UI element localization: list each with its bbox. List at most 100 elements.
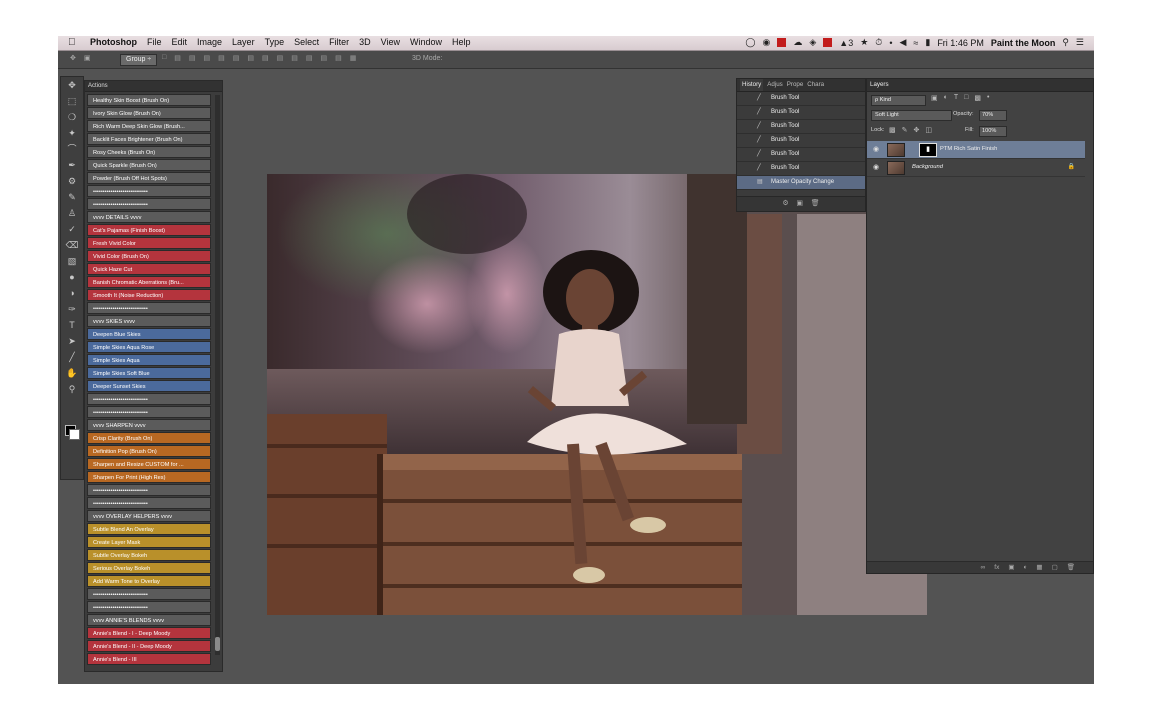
- layers-panel-tab[interactable]: Layers: [867, 79, 1093, 92]
- action-item[interactable]: Sharpen For Print (High Res): [87, 471, 211, 483]
- pen-tool-icon[interactable]: ✑: [61, 301, 83, 317]
- menu-image[interactable]: Image: [197, 37, 222, 47]
- battery-icon[interactable]: ▮: [925, 37, 930, 48]
- action-item[interactable]: Subtle Blend An Overlay: [87, 523, 211, 535]
- filter-toggle-icon[interactable]: •: [987, 94, 989, 102]
- action-item[interactable]: ••••••••••••••••••••••••••••: [87, 588, 211, 600]
- menu-select[interactable]: Select: [294, 37, 319, 47]
- move-tool-icon[interactable]: ✥: [61, 77, 83, 93]
- healing-tool-icon[interactable]: ⚙: [61, 173, 83, 189]
- action-item[interactable]: Simple Skies Soft Blue: [87, 367, 211, 379]
- visibility-eye-icon[interactable]: ◉: [873, 159, 879, 176]
- action-item[interactable]: Quick Sparkle (Brush On): [87, 159, 211, 171]
- menu-edit[interactable]: Edit: [172, 37, 188, 47]
- blend-mode-dropdown[interactable]: Soft Light: [871, 110, 952, 121]
- lock-icon[interactable]: ◯: [745, 37, 755, 48]
- lock-all-icon[interactable]: ◫: [925, 126, 932, 134]
- hand-tool-icon[interactable]: ✋: [61, 365, 83, 381]
- visibility-eye-icon[interactable]: ◉: [873, 141, 879, 158]
- tab-adjustments[interactable]: Adjus: [767, 79, 782, 91]
- action-item[interactable]: ••••••••••••••••••••••••••••: [87, 497, 211, 509]
- action-item[interactable]: ••••••••••••••••••••••••••••: [87, 601, 211, 613]
- timer-icon[interactable]: ⏱: [875, 37, 882, 48]
- action-item[interactable]: ••••••••••••••••••••••••••••: [87, 185, 211, 197]
- action-item[interactable]: Subtle Overlay Bokeh: [87, 549, 211, 561]
- document-canvas[interactable]: [267, 174, 927, 615]
- layer-name[interactable]: PTM Rich Satin Finish: [940, 141, 997, 158]
- layer-mask-thumbnail[interactable]: ▮: [919, 143, 937, 157]
- tab-character[interactable]: Chara: [807, 79, 824, 91]
- history-state[interactable]: ╱ Brush Tool: [737, 120, 865, 134]
- history-state[interactable]: ╱ Brush Tool: [737, 162, 865, 176]
- action-item[interactable]: ••••••••••••••••••••••••••••: [87, 393, 211, 405]
- new-group-icon[interactable]: ▦: [1036, 562, 1042, 573]
- lock-image-icon[interactable]: ✎: [902, 126, 908, 134]
- filter-smart-icon[interactable]: ▩: [974, 94, 981, 102]
- action-item[interactable]: Quick Haze Cut: [87, 263, 211, 275]
- volume-icon[interactable]: ◀: [899, 37, 906, 48]
- action-item[interactable]: Banish Chromatic Aberrations (Bru...: [87, 276, 211, 288]
- menu-layer[interactable]: Layer: [232, 37, 255, 47]
- wifi-icon[interactable]: ≈: [913, 38, 918, 48]
- action-item[interactable]: Backlit Faces Brightener (Brush On): [87, 133, 211, 145]
- path-select-tool-icon[interactable]: ➤: [61, 333, 83, 349]
- tab-history[interactable]: History: [740, 79, 764, 91]
- action-item[interactable]: vvvv SHARPEN vvvv: [87, 419, 211, 431]
- tab-properties[interactable]: Prope: [787, 79, 804, 91]
- align-right-icon[interactable]: ▤: [247, 54, 254, 62]
- clock[interactable]: Fri 1:46 PM: [937, 38, 984, 48]
- action-item[interactable]: Deepen Blue Skies: [87, 328, 211, 340]
- list-icon[interactable]: ☰: [1076, 37, 1084, 48]
- apple-icon[interactable]: : [68, 37, 76, 48]
- action-item[interactable]: ••••••••••••••••••••••••••••: [87, 484, 211, 496]
- align-left-icon[interactable]: ▤: [218, 54, 225, 62]
- layer-row-ptm-rich-satin-finish[interactable]: ◉ ▮ PTM Rich Satin Finish: [867, 141, 1085, 159]
- type-tool-icon[interactable]: T: [61, 317, 83, 333]
- new-document-from-state-icon[interactable]: ⚙: [782, 200, 788, 207]
- action-item[interactable]: Simple Skies Aqua: [87, 354, 211, 366]
- crop-tool-icon[interactable]: ⌒: [61, 141, 83, 157]
- action-item[interactable]: Annie's Blend - III: [87, 653, 211, 665]
- action-item[interactable]: Rich Warm Deep Skin Glow (Brush...: [87, 120, 211, 132]
- stamp-tool-icon[interactable]: ♙: [61, 205, 83, 221]
- eye-icon[interactable]: ◉: [763, 37, 771, 48]
- history-state[interactable]: ╱ Brush Tool: [737, 148, 865, 162]
- align-center-icon[interactable]: ▤: [233, 54, 240, 62]
- align-top-icon[interactable]: ▤: [174, 54, 181, 62]
- menu-view[interactable]: View: [381, 37, 400, 47]
- marquee-tool-icon[interactable]: ⬚: [61, 93, 83, 109]
- cloud-icon[interactable]: ☁: [793, 37, 802, 48]
- action-item[interactable]: Create Layer Mask: [87, 536, 211, 548]
- action-item[interactable]: Healthy Skin Boost (Brush On): [87, 94, 211, 106]
- distribute-right-icon[interactable]: ▤: [335, 54, 342, 62]
- user-name[interactable]: Paint the Moon: [991, 38, 1056, 48]
- action-item[interactable]: Ivory Skin Glow (Brush On): [87, 107, 211, 119]
- auto-select-icon[interactable]: ▣: [84, 54, 91, 62]
- dropbox-icon[interactable]: ◈: [809, 37, 816, 48]
- menu-file[interactable]: File: [147, 37, 162, 47]
- delete-state-icon[interactable]: 🗑: [811, 200, 820, 207]
- action-item[interactable]: Rosy Cheeks (Brush On): [87, 146, 211, 158]
- quick-select-tool-icon[interactable]: ✦: [61, 125, 83, 141]
- adjustment-layer-icon[interactable]: ◐: [1023, 562, 1027, 573]
- action-item[interactable]: ••••••••••••••••••••••••••••: [87, 302, 211, 314]
- lasso-tool-icon[interactable]: ❍: [61, 109, 83, 125]
- background-color-swatch[interactable]: [69, 429, 80, 440]
- layer-row-background[interactable]: ◉ Background 🔒: [867, 159, 1085, 177]
- lock-position-icon[interactable]: ✥: [914, 126, 920, 134]
- action-item[interactable]: Serious Overlay Bokeh: [87, 562, 211, 574]
- link-layers-icon[interactable]: ∞: [981, 562, 986, 573]
- shape-tool-icon[interactable]: ╱: [61, 349, 83, 365]
- layer-filter-dropdown[interactable]: ρ Kind: [871, 95, 926, 106]
- action-item[interactable]: Deeper Sunset Skies: [87, 380, 211, 392]
- fill-field[interactable]: 100%: [979, 126, 1007, 137]
- filter-type-icon[interactable]: T: [954, 94, 958, 102]
- action-item[interactable]: Smooth It (Noise Reduction): [87, 289, 211, 301]
- menu-filter[interactable]: Filter: [329, 37, 349, 47]
- gradient-tool-icon[interactable]: ▧: [61, 253, 83, 269]
- history-state[interactable]: ▤ Master Opacity Change: [737, 176, 865, 190]
- opacity-field[interactable]: 70%: [979, 110, 1007, 121]
- filter-pixel-icon[interactable]: ▣: [931, 94, 938, 102]
- new-layer-icon[interactable]: ▢: [1052, 562, 1058, 573]
- action-item[interactable]: Sharpen and Resize CUSTOM for ...: [87, 458, 211, 470]
